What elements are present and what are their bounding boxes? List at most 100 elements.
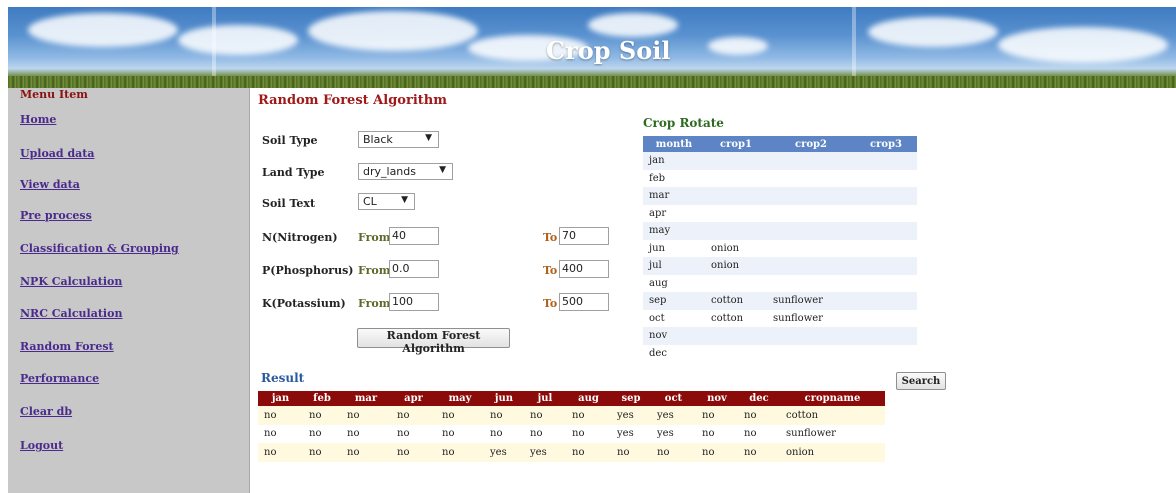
month-value-cell: no — [391, 406, 436, 425]
column-header: cropname — [780, 391, 885, 406]
column-header: jul — [524, 391, 566, 406]
sidebar-item-upload-data[interactable]: Upload data — [20, 147, 94, 160]
column-header: sep — [611, 391, 651, 406]
sidebar-item-random-forest[interactable]: Random Forest — [20, 340, 114, 353]
random-forest-submit-button[interactable]: Random Forest Algorithm — [357, 328, 510, 355]
crop-cell — [767, 344, 855, 362]
column-header: jan — [258, 391, 303, 406]
crop-rotate-table: month crop1 crop2 crop3 jan feb mar apr may j… — [643, 136, 917, 362]
result-header-row: jan feb mar apr may jun jul aug sep oct … — [258, 391, 885, 406]
crop-cell — [767, 274, 855, 292]
month-value-cell: no — [341, 406, 391, 425]
crop-cell: sunflower — [767, 309, 855, 327]
soil-type-label: Soil Type — [262, 134, 318, 147]
crop-cell — [855, 239, 917, 257]
crop-cell — [767, 152, 855, 170]
crop-cell — [767, 169, 855, 187]
potassium-from-input[interactable]: 100 — [389, 293, 439, 311]
month-value-cell: yes — [611, 424, 651, 443]
phosphorus-to-input[interactable]: 400 — [559, 260, 609, 278]
month-value-cell: yes — [611, 406, 651, 425]
table-row: dec — [643, 344, 917, 362]
phosphorus-from-input[interactable]: 0.0 — [389, 260, 439, 278]
potassium-from-label: From — [358, 297, 391, 310]
soil-text-select[interactable]: CL ▼ — [358, 193, 415, 210]
land-type-select[interactable]: dry_lands ▼ — [358, 163, 453, 180]
crop-cell: cotton — [705, 309, 767, 327]
sidebar-item-classification[interactable]: Classification & Grouping — [20, 242, 179, 255]
nitrogen-to-input[interactable]: 70 — [559, 227, 609, 245]
search-button[interactable]: Search — [896, 372, 946, 390]
result-table: jan feb mar apr may jun jul aug sep oct … — [258, 391, 885, 462]
nitrogen-from-label: From — [358, 231, 391, 244]
month-value-cell: no — [566, 443, 611, 462]
land-type-value: dry_lands — [363, 165, 416, 178]
sidebar-item-npk-calculation[interactable]: NPK Calculation — [20, 275, 122, 288]
cloud-decoration — [588, 13, 678, 37]
crop-cell — [705, 204, 767, 222]
sidebar-item-nrc-calculation[interactable]: NRC Calculation — [20, 307, 122, 320]
soil-text-label: Soil Text — [262, 197, 316, 210]
grass-strip — [8, 76, 1176, 88]
table-row: feb — [643, 169, 917, 187]
crop-cell: sunflower — [767, 292, 855, 310]
nitrogen-to-label: To — [543, 231, 558, 244]
phosphorus-to-label: To — [543, 264, 558, 277]
potassium-to-input[interactable]: 500 — [559, 293, 609, 311]
table-row: mar — [643, 187, 917, 205]
cloud-decoration — [998, 27, 1168, 63]
crop-cell: onion — [705, 239, 767, 257]
column-header: crop3 — [855, 136, 917, 152]
sidebar-item-view-data[interactable]: View data — [20, 178, 80, 191]
header-banner: Crop Soil — [8, 7, 1176, 88]
soil-type-value: Black — [363, 133, 393, 146]
month-value-cell: no — [524, 424, 566, 443]
soil-type-select[interactable]: Black ▼ — [358, 131, 439, 148]
column-header: jun — [484, 391, 524, 406]
month-value-cell: no — [696, 406, 738, 425]
crop-cell — [855, 274, 917, 292]
table-row: jan — [643, 152, 917, 170]
sidebar-item-home[interactable]: Home — [20, 113, 56, 126]
cloud-decoration — [28, 13, 178, 47]
sidebar-item-performance[interactable]: Performance — [20, 372, 99, 385]
crop-rotate-header-row: month crop1 crop2 crop3 — [643, 136, 917, 152]
crop-cell — [767, 327, 855, 345]
crop-cell — [855, 169, 917, 187]
column-header: apr — [391, 391, 436, 406]
month-cell: aug — [643, 274, 705, 292]
month-value-cell: no — [738, 443, 780, 462]
table-row: no no no no no yes yes no no no no no onion — [258, 443, 885, 462]
column-header: may — [436, 391, 484, 406]
month-cell: jan — [643, 152, 705, 170]
month-cell: dec — [643, 344, 705, 362]
month-cell: jul — [643, 257, 705, 275]
month-value-cell: no — [436, 406, 484, 425]
crop-cell — [767, 204, 855, 222]
month-value-cell: no — [566, 424, 611, 443]
crop-cell: cotton — [705, 292, 767, 310]
crop-rotate-title: Crop Rotate — [643, 116, 724, 130]
column-header: crop1 — [705, 136, 767, 152]
month-cell: apr — [643, 204, 705, 222]
month-value-cell: yes — [651, 406, 696, 425]
sidebar-item-pre-process[interactable]: Pre process — [20, 209, 92, 222]
month-value-cell: no — [738, 424, 780, 443]
sidebar-item-clear-db[interactable]: Clear db — [20, 405, 72, 418]
dropdown-arrow-icon: ▼ — [439, 165, 446, 175]
soil-text-value: CL — [363, 195, 377, 208]
result-title: Result — [261, 371, 305, 385]
sidebar-item-logout[interactable]: Logout — [20, 439, 63, 452]
crop-cell — [705, 222, 767, 240]
month-cell: sep — [643, 292, 705, 310]
potassium-to-label: To — [543, 297, 558, 310]
month-value-cell: no — [484, 406, 524, 425]
nitrogen-from-input[interactable]: 40 — [389, 227, 439, 245]
table-row: aug — [643, 274, 917, 292]
month-cell: may — [643, 222, 705, 240]
cropname-cell: onion — [780, 443, 885, 462]
dropdown-arrow-icon: ▼ — [425, 133, 432, 143]
month-value-cell: no — [651, 443, 696, 462]
table-row: jun onion — [643, 239, 917, 257]
menu-heading: Menu Item — [20, 88, 88, 101]
